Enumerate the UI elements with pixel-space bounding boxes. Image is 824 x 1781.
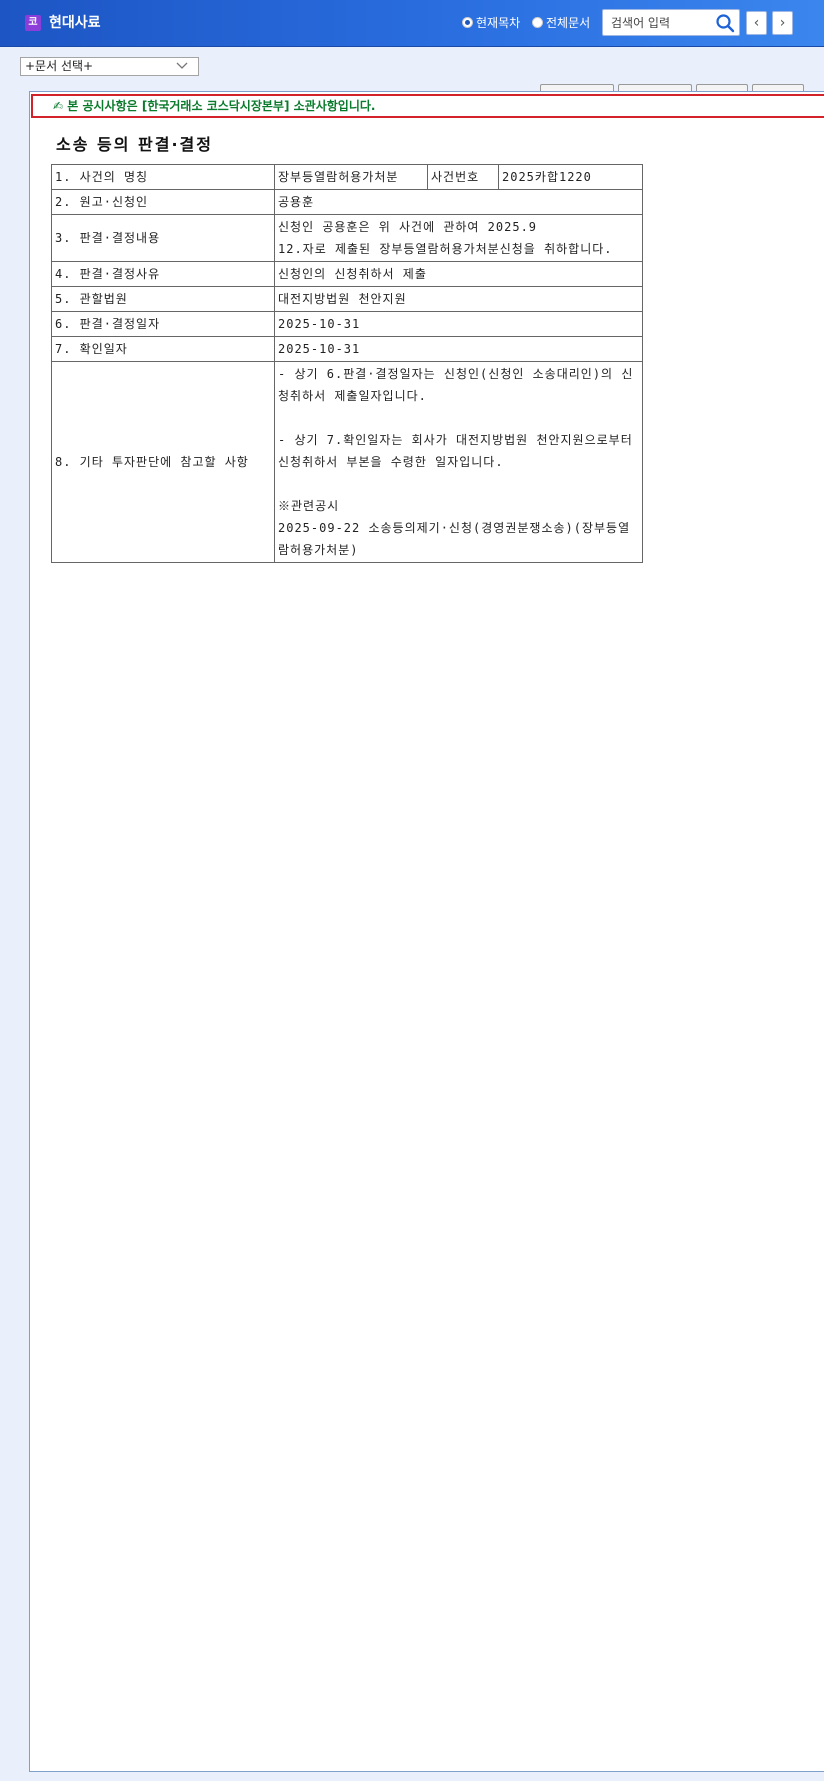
table-row: 6. 판결·결정일자 2025-10-31 (51, 311, 643, 337)
search-input[interactable] (609, 13, 713, 33)
row-value: 2025-10-31 (274, 336, 643, 362)
row-value: 신청인의 신청취하서 제출 (274, 261, 643, 287)
company-name: 현대사료 (49, 15, 101, 31)
row-label: 7. 확인일자 (51, 336, 275, 362)
row-label: 6. 판결·결정일자 (51, 311, 275, 337)
next-result-button[interactable]: › (772, 11, 793, 35)
row-label: 8. 기타 투자판단에 참고할 사항 (51, 361, 275, 563)
case-number-label: 사건번호 (427, 164, 499, 190)
table-row: 5. 관할법원 대전지방법원 천안지원 (51, 286, 643, 312)
table-row: 7. 확인일자 2025-10-31 (51, 336, 643, 362)
row-label: 1. 사건의 명칭 (51, 164, 275, 190)
radio-unchecked-icon[interactable] (532, 17, 543, 28)
document-select-value: +문서 선택+ (25, 59, 94, 73)
table-row: 1. 사건의 명칭 장부등열람허용가처분 사건번호 2025카합1220 (51, 164, 643, 190)
top-header-bar: 코 현대사료 현재목차 전체문서 ‹ › (0, 0, 824, 47)
row-value: 신청인 공용훈은 위 사건에 관하여 2025.9 12.자로 제출된 장부등열… (274, 214, 643, 262)
row-value: 대전지방법원 천안지원 (274, 286, 643, 312)
row-value: - 상기 6.판결·결정일자는 신청인(신청인 소송대리인)의 신청취하서 제출… (274, 361, 643, 563)
search-icon[interactable] (715, 13, 735, 33)
document-select-dropdown[interactable]: +문서 선택+ (20, 57, 199, 76)
row-value: 공용훈 (274, 189, 643, 215)
table-row: 4. 판결·결정사유 신청인의 신청취하서 제출 (51, 261, 643, 287)
row-label: 5. 관할법원 (51, 286, 275, 312)
chevron-down-icon (176, 62, 188, 69)
radio-all-docs[interactable]: 전체문서 (532, 14, 590, 31)
radio-checked-icon[interactable] (462, 17, 473, 28)
table-row: 8. 기타 투자판단에 참고할 사항 - 상기 6.판결·결정일자는 신청인(신… (51, 361, 643, 563)
row-label: 3. 판결·결정내용 (51, 214, 275, 262)
row-value: 2025-10-31 (274, 311, 643, 337)
row-value: 장부등열람허용가처분 (274, 164, 428, 190)
table-row: 2. 원고·신청인 공용훈 (51, 189, 643, 215)
radio-all-docs-label: 전체문서 (546, 16, 591, 30)
table-row: 3. 판결·결정내용 신청인 공용훈은 위 사건에 관하여 2025.9 12.… (51, 214, 643, 262)
prev-result-button[interactable]: ‹ (746, 11, 767, 35)
radio-current-toc-label: 현재목차 (476, 16, 521, 30)
case-number-value: 2025카합1220 (498, 164, 643, 190)
disclosure-table: 1. 사건의 명칭 장부등열람허용가처분 사건번호 2025카합1220 2. … (51, 164, 643, 563)
radio-current-toc[interactable]: 현재목차 (462, 14, 520, 31)
company-logo-icon: 코 (25, 15, 41, 31)
search-box[interactable] (602, 9, 740, 36)
row-label: 4. 판결·결정사유 (51, 261, 275, 287)
jurisdiction-notice: ✍ 본 공시사항은 [한국거래소 코스닥시장본부] 소관사항입니다. (31, 94, 824, 118)
row-label: 2. 원고·신청인 (51, 189, 275, 215)
document-title: 소송 등의 판결·결정 (56, 135, 213, 154)
